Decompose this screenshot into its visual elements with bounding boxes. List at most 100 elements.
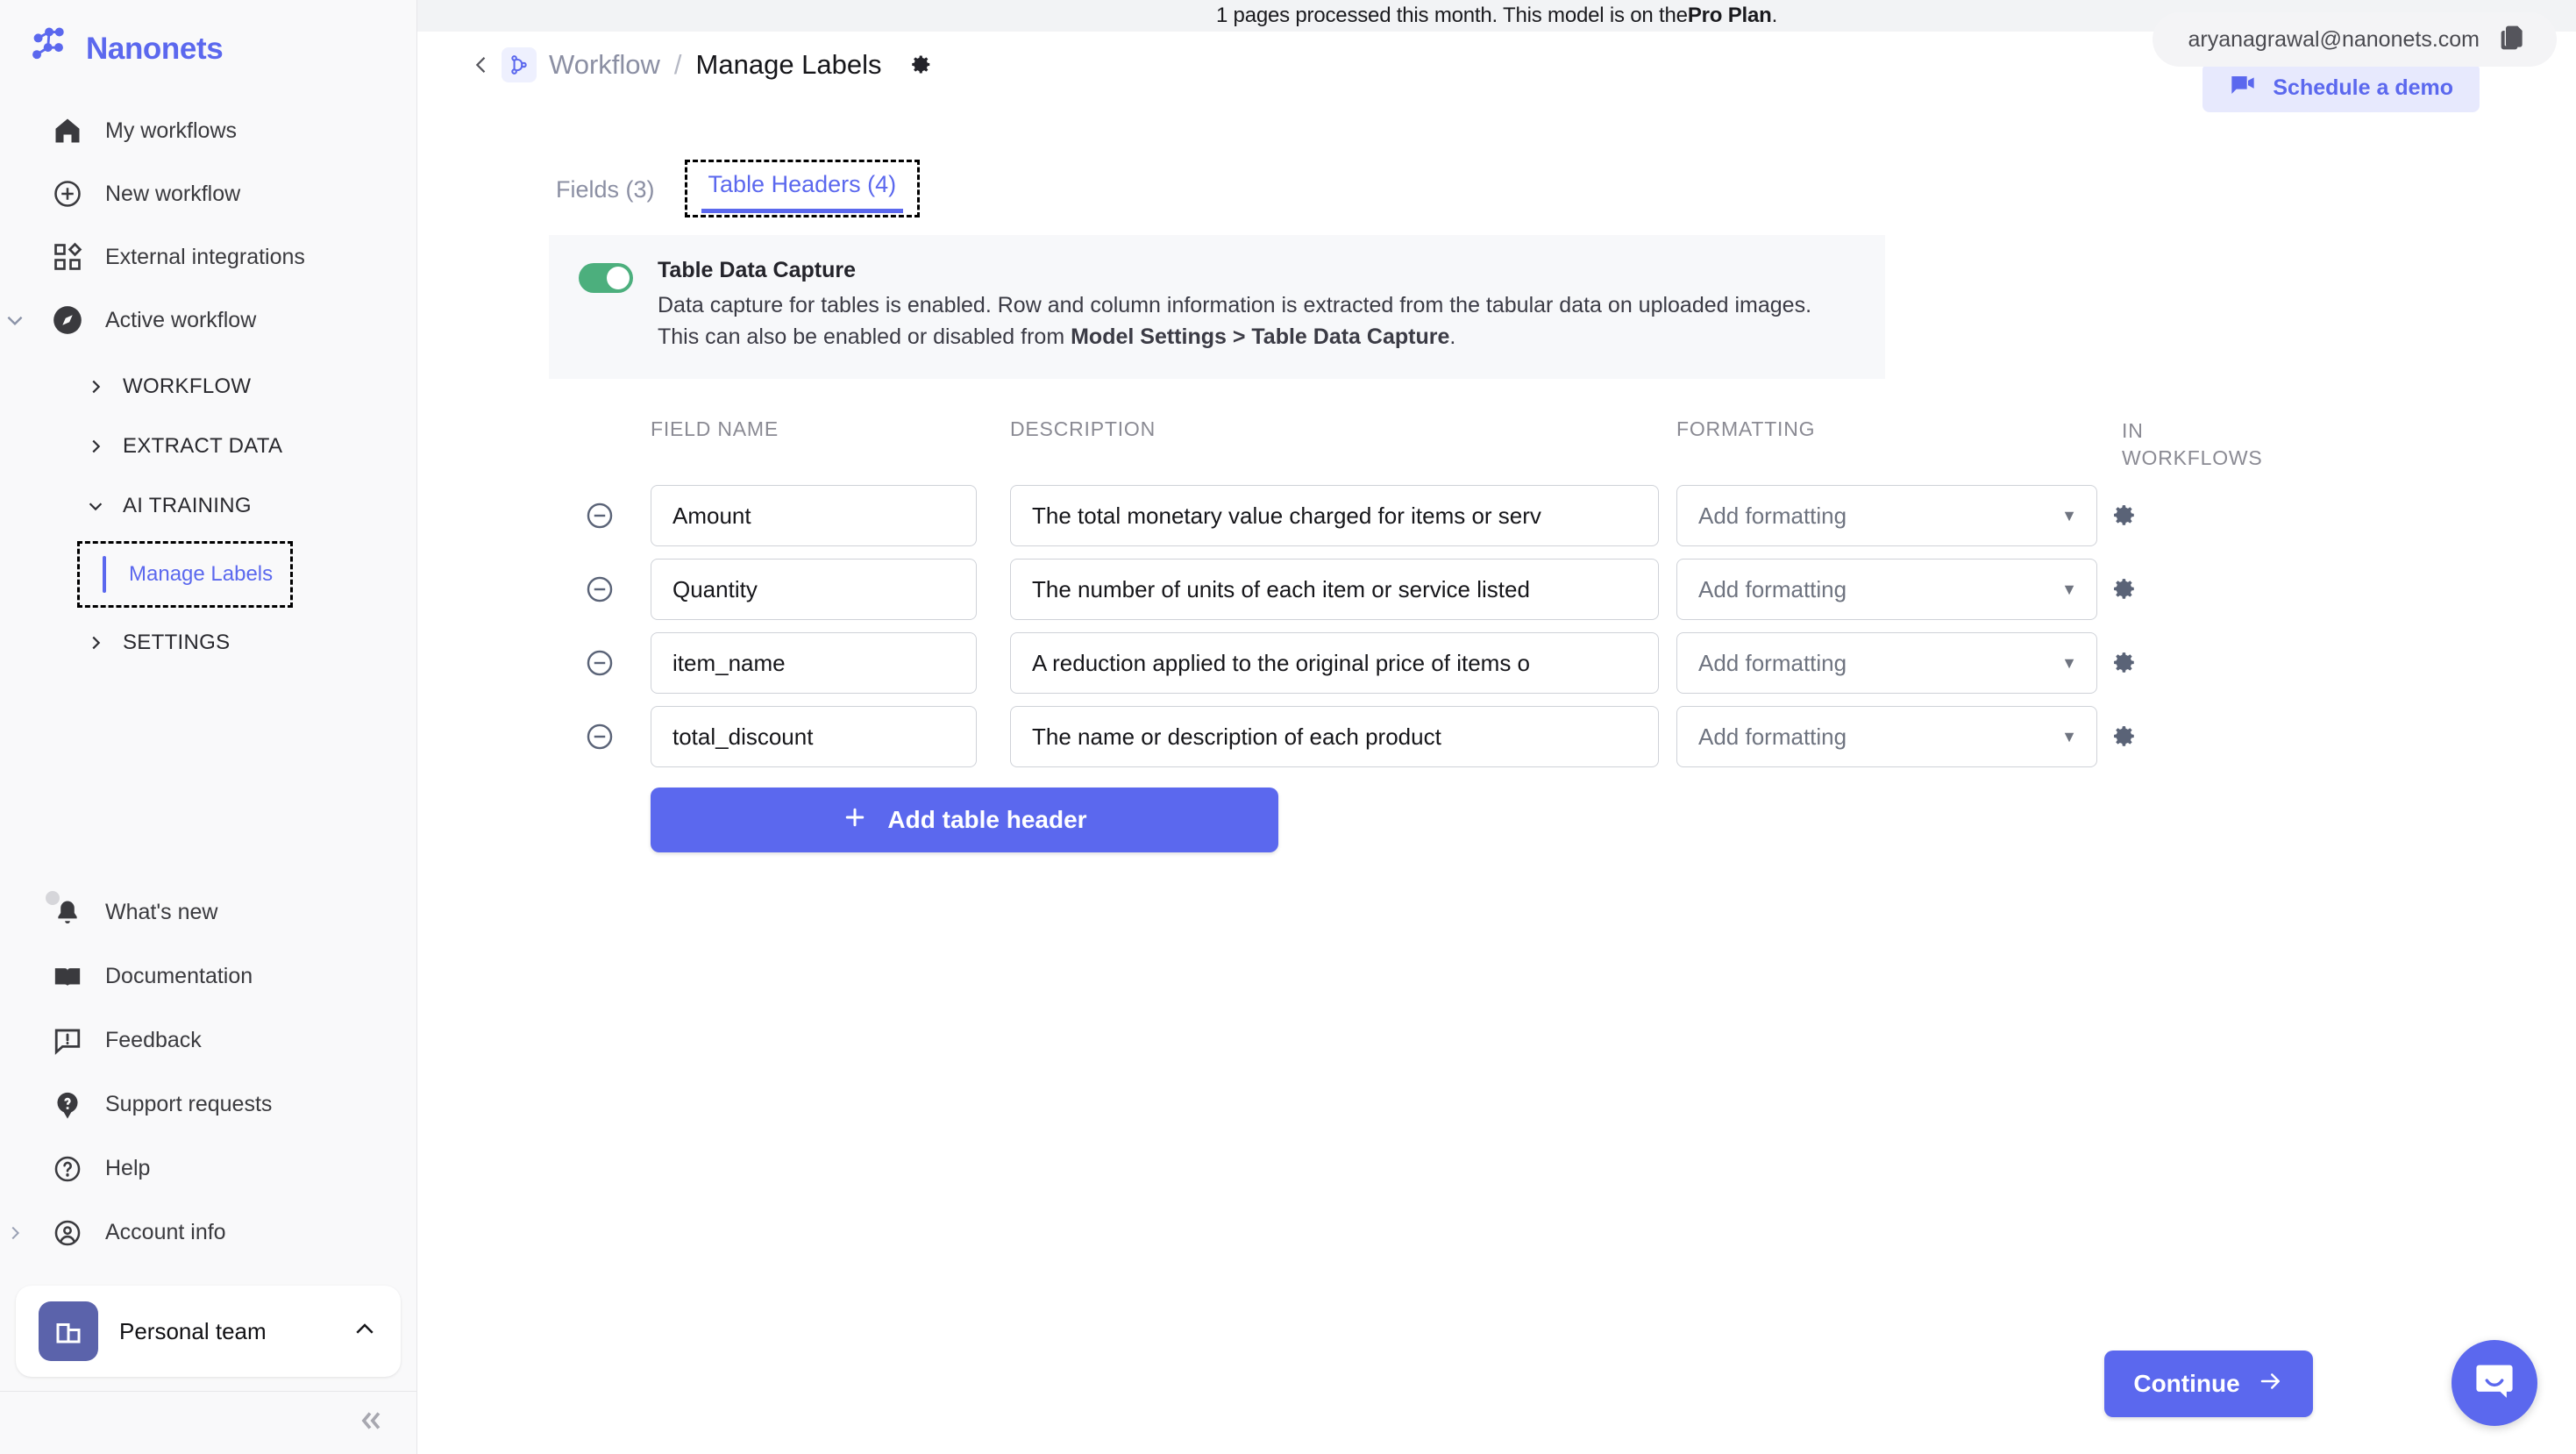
sidebar-item-help[interactable]: Help <box>0 1137 416 1201</box>
continue-button[interactable]: Continue <box>2104 1351 2313 1417</box>
field-name-input[interactable]: Amount <box>651 485 977 546</box>
field-name-input[interactable]: item_name <box>651 632 977 694</box>
sidebar-item-label: Account info <box>105 1220 226 1244</box>
continue-label: Continue <box>2133 1370 2240 1397</box>
table-headers-tab-focus-box: Table Headers (4) <box>684 160 921 217</box>
minus-circle-icon[interactable] <box>549 648 651 678</box>
gear-icon[interactable] <box>907 52 933 78</box>
sidebar-item-whats-new[interactable]: What's new <box>0 880 416 944</box>
formatting-select[interactable]: Add formatting ▼ <box>1676 632 2097 694</box>
tree-item-ai-training[interactable]: AI TRAINING <box>0 476 416 536</box>
plus-circle-icon <box>49 175 86 212</box>
add-table-header-label: Add table header <box>887 806 1087 833</box>
description-input[interactable]: The number of units of each item or serv… <box>1010 559 1659 620</box>
formatting-select[interactable]: Add formatting ▼ <box>1676 706 2097 767</box>
tree-item-label: AI TRAINING <box>123 494 252 517</box>
sidebar-item-feedback[interactable]: Feedback <box>0 1009 416 1073</box>
sidebar-item-support-requests[interactable]: Support requests <box>0 1073 416 1137</box>
table-row: Amount The total monetary value charged … <box>549 479 2576 552</box>
tree-item-settings[interactable]: SETTINGS <box>0 613 416 673</box>
in-workflows-gear-icon[interactable] <box>2097 501 2246 531</box>
table-row: item_name A reduction applied to the ori… <box>549 626 2576 700</box>
tree-item-label: SETTINGS <box>123 631 231 654</box>
tab-table-headers[interactable]: Table Headers (4) <box>701 171 904 213</box>
building-icon <box>39 1301 98 1361</box>
help-circle-icon <box>49 1151 86 1187</box>
active-indicator-bar <box>103 556 106 593</box>
sidebar-item-manage-labels[interactable]: Manage Labels <box>80 549 290 600</box>
tree-item-extract-data[interactable]: EXTRACT DATA <box>0 417 416 476</box>
account-email: aryanagrawal@nanonets.com <box>2188 26 2480 52</box>
plan-usage-text-before: 1 pages processed this month. This model… <box>1215 4 1688 27</box>
chevron-right-icon[interactable] <box>84 437 107 456</box>
chevron-right-icon[interactable] <box>84 377 107 396</box>
team-name: Personal team <box>119 1317 267 1344</box>
column-header-description: DESCRIPTION <box>1010 417 1156 440</box>
sidebar-item-documentation[interactable]: Documentation <box>0 944 416 1009</box>
minus-circle-icon[interactable] <box>549 574 651 604</box>
sidebar-item-label: My workflows <box>105 118 238 143</box>
grid-column-headers: FIELD NAME DESCRIPTION FORMATTING IN WOR… <box>549 417 2576 479</box>
main-content: Fields (3) Table Headers (4) Table Data … <box>417 98 2576 1454</box>
chat-bubble-icon <box>2472 1358 2517 1408</box>
feedback-chat-icon <box>49 1023 86 1059</box>
workflow-tree: WORKFLOW EXTRACT DATA AI TRAINING Manage… <box>0 357 416 673</box>
description-input[interactable]: The total monetary value charged for ite… <box>1010 485 1659 546</box>
description-input[interactable]: The name or description of each product <box>1010 706 1659 767</box>
chevron-down-icon[interactable] <box>84 496 107 516</box>
plus-icon <box>842 804 868 837</box>
breadcrumb-workflow-link[interactable]: Workflow <box>549 49 660 81</box>
chevron-right-icon[interactable] <box>84 633 107 652</box>
chat-launcher-button[interactable] <box>2451 1340 2537 1426</box>
chevron-down-icon: ▼ <box>2061 727 2077 745</box>
formatting-select[interactable]: Add formatting ▼ <box>1676 485 2097 546</box>
chevron-down-icon: ▼ <box>2061 506 2077 524</box>
minus-circle-icon[interactable] <box>549 722 651 752</box>
in-workflows-gear-icon[interactable] <box>2097 648 2246 678</box>
sidebar-item-external-integrations[interactable]: External integrations <box>0 225 416 289</box>
formatting-select-value: Add formatting <box>1698 649 1847 676</box>
home-icon <box>49 112 86 149</box>
formatting-select[interactable]: Add formatting ▼ <box>1676 559 2097 620</box>
add-table-header-button[interactable]: Add table header <box>651 788 1278 852</box>
schedule-demo-button[interactable]: Schedule a demo <box>2202 63 2480 112</box>
double-chevron-left-icon[interactable] <box>355 1406 385 1440</box>
plan-usage-text-after: . <box>1771 4 1778 27</box>
tree-item-workflow[interactable]: WORKFLOW <box>0 357 416 417</box>
back-button[interactable] <box>461 53 502 77</box>
account-email-pill[interactable]: aryanagrawal@nanonets.com <box>2153 12 2557 67</box>
table-data-capture-notice: Table Data Capture Data capture for tabl… <box>549 235 1885 379</box>
table-data-capture-toggle[interactable] <box>579 263 633 293</box>
notice-line-1: Data capture for tables is enabled. Row … <box>658 293 1812 317</box>
notice-line-2-suffix: . <box>1449 324 1456 349</box>
in-workflows-gear-icon[interactable] <box>2097 722 2246 752</box>
field-name-input[interactable]: total_discount <box>651 706 977 767</box>
bell-icon <box>46 890 86 931</box>
secondary-nav: What's new Documentation Feedback Suppor… <box>0 880 416 1273</box>
minus-circle-icon[interactable] <box>549 501 651 531</box>
tab-fields[interactable]: Fields (3) <box>549 176 662 217</box>
field-name-input[interactable]: Quantity <box>651 559 977 620</box>
chevron-down-icon[interactable] <box>0 309 30 331</box>
sidebar-item-label: Feedback <box>105 1028 202 1052</box>
sidebar-item-active-workflow[interactable]: Active workflow <box>0 289 416 352</box>
page-title: Manage Labels <box>695 49 882 80</box>
copy-icon[interactable] <box>2499 24 2527 56</box>
schedule-demo-label: Schedule a demo <box>2273 75 2453 100</box>
team-switcher[interactable]: Personal team <box>16 1286 401 1377</box>
sidebar-item-new-workflow[interactable]: New workflow <box>0 162 416 225</box>
sidebar-item-my-workflows[interactable]: My workflows <box>0 99 416 162</box>
sidebar-collapse-button[interactable] <box>0 1391 416 1454</box>
notice-line-2-prefix: This can also be enabled or disabled fro… <box>658 324 1071 349</box>
chevron-up-icon[interactable] <box>352 1316 378 1347</box>
plan-name: Pro Plan <box>1687 4 1772 27</box>
description-input[interactable]: A reduction applied to the original pric… <box>1010 632 1659 694</box>
in-workflows-gear-icon[interactable] <box>2097 574 2246 604</box>
column-header-formatting: FORMATTING <box>1676 417 1816 440</box>
chevron-down-icon: ▼ <box>2061 580 2077 598</box>
question-pin-icon <box>49 1087 86 1123</box>
sidebar-item-account-info[interactable]: Account info <box>0 1201 416 1265</box>
chevron-right-icon[interactable] <box>0 1223 30 1243</box>
brand[interactable]: Nanonets <box>0 0 416 87</box>
